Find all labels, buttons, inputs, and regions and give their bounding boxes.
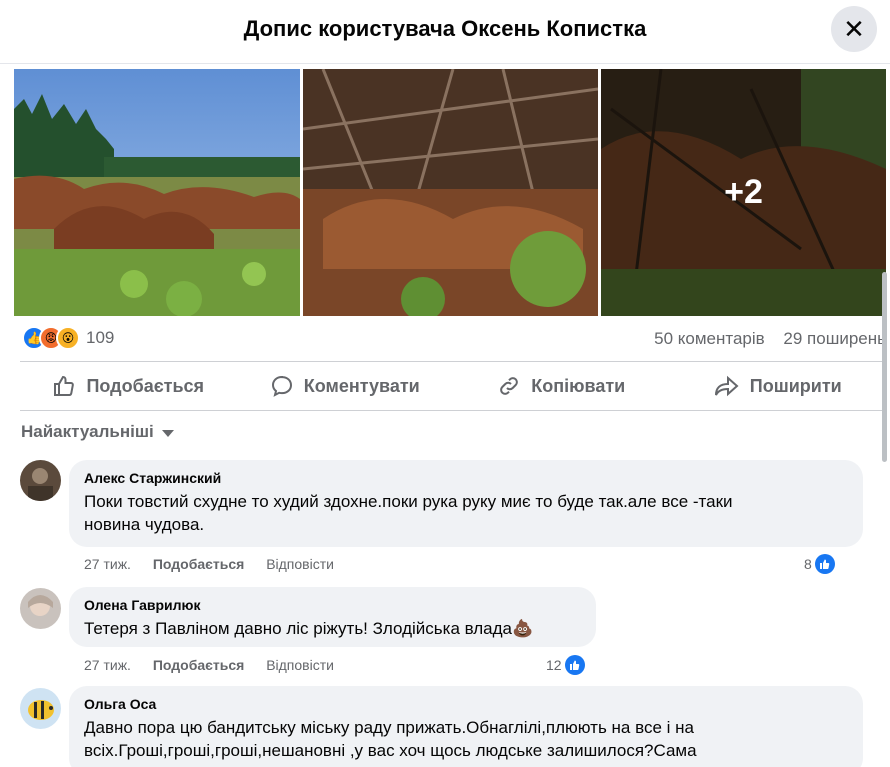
avatar[interactable] <box>20 588 61 629</box>
comment-author[interactable]: Олена Гаврилюк <box>84 597 581 613</box>
post-photo-2[interactable] <box>303 69 598 316</box>
thumbs-up-icon <box>564 655 585 675</box>
poop-emoji-icon: 💩 <box>512 619 534 638</box>
comment-text-line: новина чудова. <box>84 515 205 534</box>
like-button[interactable]: Подобається <box>20 362 237 410</box>
comment-bubble: Олена Гаврилюк Тетеря з Павліном давно л… <box>69 587 596 647</box>
comment-like-link[interactable]: Подобається <box>153 556 244 572</box>
comment-time[interactable]: 27 тиж. <box>84 657 131 673</box>
more-photos-count: +2 <box>724 173 763 211</box>
comment-button-label: Коментувати <box>303 375 420 396</box>
comment-reply-link[interactable]: Відповісти <box>266 556 334 572</box>
avatar[interactable] <box>20 460 61 501</box>
avatar[interactable] <box>20 688 61 729</box>
copy-link-button[interactable]: Копіювати <box>453 362 670 410</box>
share-icon <box>714 375 739 397</box>
comment-bubble: Ольга Оса Давно пора цю бандитську міськ… <box>69 686 863 767</box>
post-action-bar: Подобається Коментувати Копіювати Пошири… <box>20 361 886 411</box>
comment-button[interactable]: Коментувати <box>237 362 454 410</box>
wow-reaction-icon: 😮 <box>56 326 80 350</box>
comment-meta: 27 тиж. Подобається Відповісти <box>84 657 352 673</box>
comment-like-count: 8 <box>804 556 812 572</box>
post-stats: 👍 😡 😮 109 50 коментарів 29 поширень <box>20 324 886 354</box>
sort-label: Найактуальніші <box>21 422 154 441</box>
post-photo-1[interactable] <box>14 69 300 316</box>
comment-text-line: Давно пора цю бандитську міську раду при… <box>84 718 694 737</box>
thumbs-up-icon <box>54 375 75 396</box>
close-button[interactable]: ✕ <box>831 6 877 52</box>
comment-time[interactable]: 27 тиж. <box>84 556 131 572</box>
more-photos-overlay[interactable]: +2 <box>601 69 886 316</box>
comment-text-line: Тетеря з Павліном давно ліс ріжуть! Злод… <box>84 617 581 640</box>
comment-text-line: всіх.Гроші,гроші,гроші,нешановні ,у вас … <box>84 741 697 760</box>
caret-down-icon <box>161 429 174 437</box>
comment-icon <box>271 375 292 397</box>
comment-text: Тетеря з Павліном давно ліс ріжуть! Злод… <box>84 619 513 638</box>
shares-count[interactable]: 29 поширень <box>783 329 886 348</box>
comment-like-link[interactable]: Подобається <box>153 657 244 673</box>
scrollbar-thumb[interactable] <box>882 272 887 462</box>
post-photo-grid: +2 <box>14 69 886 316</box>
comment-sort-dropdown[interactable]: Найактуальніші <box>21 422 174 442</box>
share-button-label: Поширити <box>749 375 842 396</box>
post-dialog-header: Допис користувача Оксень Копистка ✕ <box>0 0 890 64</box>
like-button-label: Подобається <box>86 375 205 396</box>
comment-reply-link[interactable]: Відповісти <box>266 657 334 673</box>
reaction-count: 109 <box>86 328 115 347</box>
comment-bubble: Алекс Старжинский Поки товстий схудне то… <box>69 460 863 547</box>
comment-text-line: Поки товстий схудне то худий здохне.поки… <box>84 492 733 511</box>
comment-author[interactable]: Ольга Оса <box>84 696 848 712</box>
comment-author[interactable]: Алекс Старжинский <box>84 470 848 486</box>
comment-meta: 27 тиж. Подобається Відповісти <box>84 556 352 572</box>
reactions-summary[interactable]: 👍 😡 😮 109 <box>22 326 114 350</box>
comment-like-badge[interactable]: 12 <box>546 655 585 675</box>
comment-like-count: 12 <box>546 657 562 673</box>
comments-count[interactable]: 50 коментарів <box>654 329 765 348</box>
thumbs-up-icon <box>814 554 835 574</box>
post-photo-3[interactable]: +2 <box>601 69 886 316</box>
comment-like-badge[interactable]: 8 <box>804 554 835 574</box>
engagement-counts: 50 коментарів 29 поширень <box>654 329 886 349</box>
share-button[interactable]: Поширити <box>670 362 887 410</box>
dialog-title: Допис користувача Оксень Копистка <box>243 16 647 41</box>
close-icon: ✕ <box>843 13 865 44</box>
link-icon <box>500 377 519 395</box>
copy-link-button-label: Копіювати <box>531 375 626 396</box>
